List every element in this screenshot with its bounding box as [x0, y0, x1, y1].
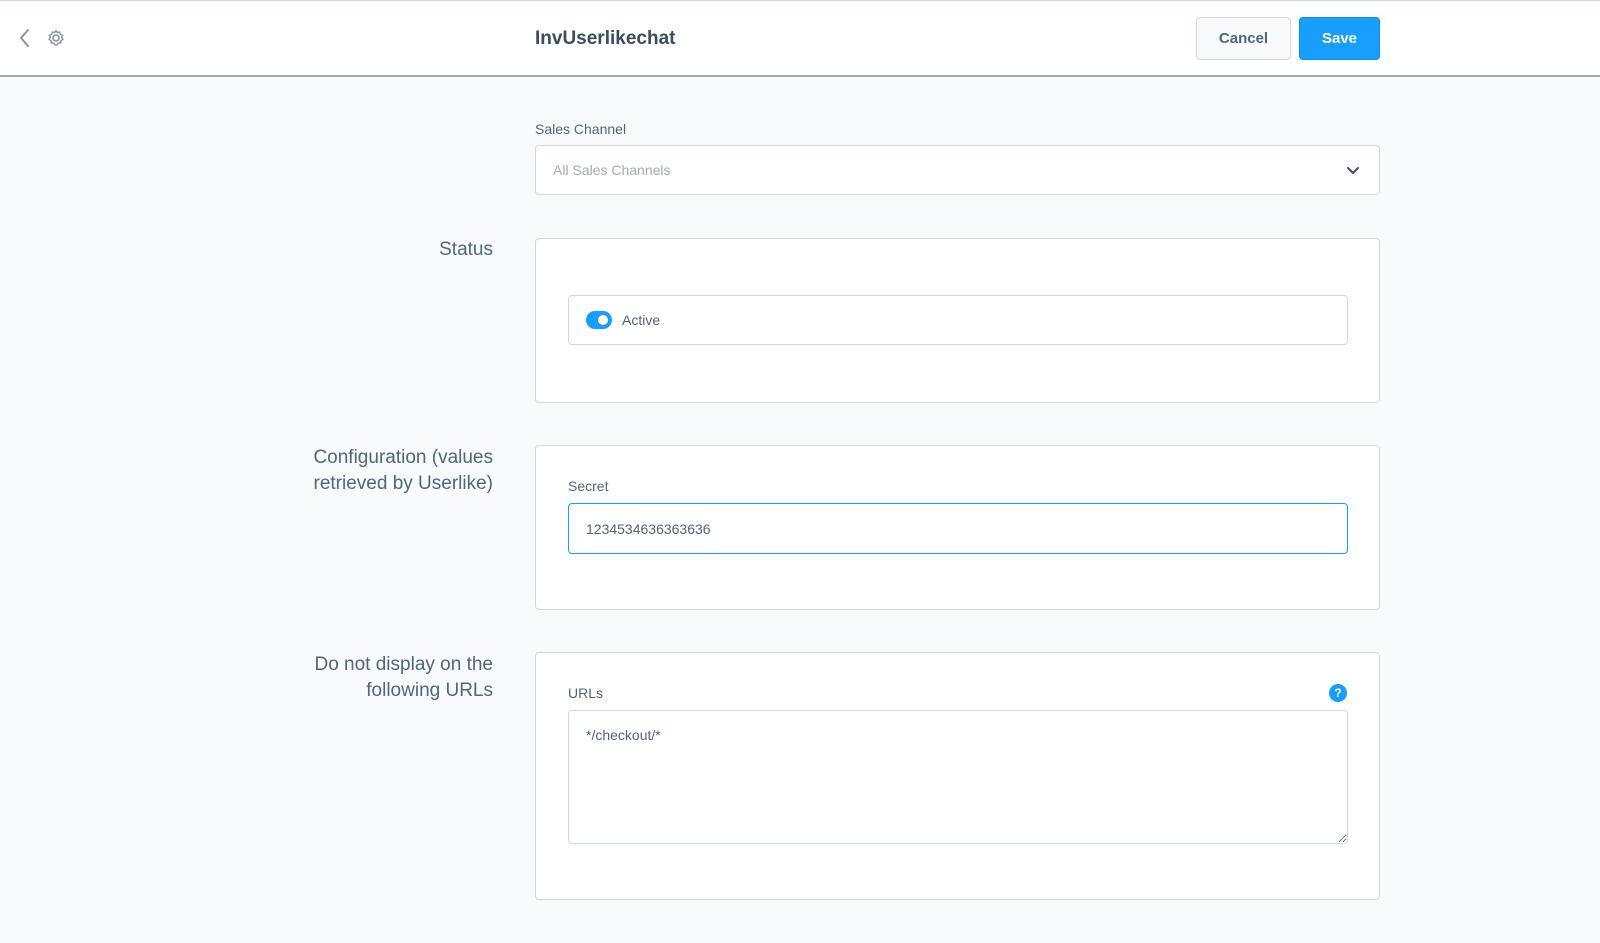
configuration-card: Secret [535, 445, 1380, 610]
urls-section-label: Do not display on the following URLs [193, 652, 493, 704]
active-toggle[interactable] [586, 311, 612, 329]
cancel-button[interactable]: Cancel [1196, 17, 1291, 60]
urls-section-label-line2: following URLs [366, 680, 493, 701]
active-toggle-label: Active [622, 312, 661, 328]
page-title: InvUserlikechat [535, 28, 676, 49]
status-card: Active [535, 238, 1380, 403]
urls-section-label-line1: Do not display on the [314, 654, 493, 675]
configuration-label-line1: Configuration (values [313, 447, 493, 468]
sales-channel-label: Sales Channel [535, 121, 627, 137]
secret-input[interactable] [568, 503, 1348, 554]
toggle-knob [598, 315, 608, 325]
secret-label: Secret [568, 478, 609, 494]
gear-icon[interactable] [45, 27, 67, 49]
sales-channel-select[interactable]: All Sales Channels [535, 145, 1380, 195]
urls-textarea[interactable]: */checkout/* [568, 710, 1348, 844]
status-section-label: Status [439, 239, 493, 260]
configuration-section-label: Configuration (values retrieved by Userl… [193, 445, 493, 497]
chevron-left-icon[interactable] [14, 27, 36, 49]
top-bar: InvUserlikechat Cancel Save [0, 0, 1600, 77]
urls-label: URLs [568, 685, 604, 701]
configuration-label-line2: retrieved by Userlike) [313, 473, 494, 494]
urls-card: URLs ? */checkout/* [535, 652, 1380, 900]
chevron-down-icon [1347, 167, 1359, 174]
sales-channel-value: All Sales Channels [553, 162, 671, 178]
save-button[interactable]: Save [1299, 17, 1380, 60]
active-toggle-row: Active [568, 295, 1348, 345]
help-icon[interactable]: ? [1329, 684, 1347, 702]
